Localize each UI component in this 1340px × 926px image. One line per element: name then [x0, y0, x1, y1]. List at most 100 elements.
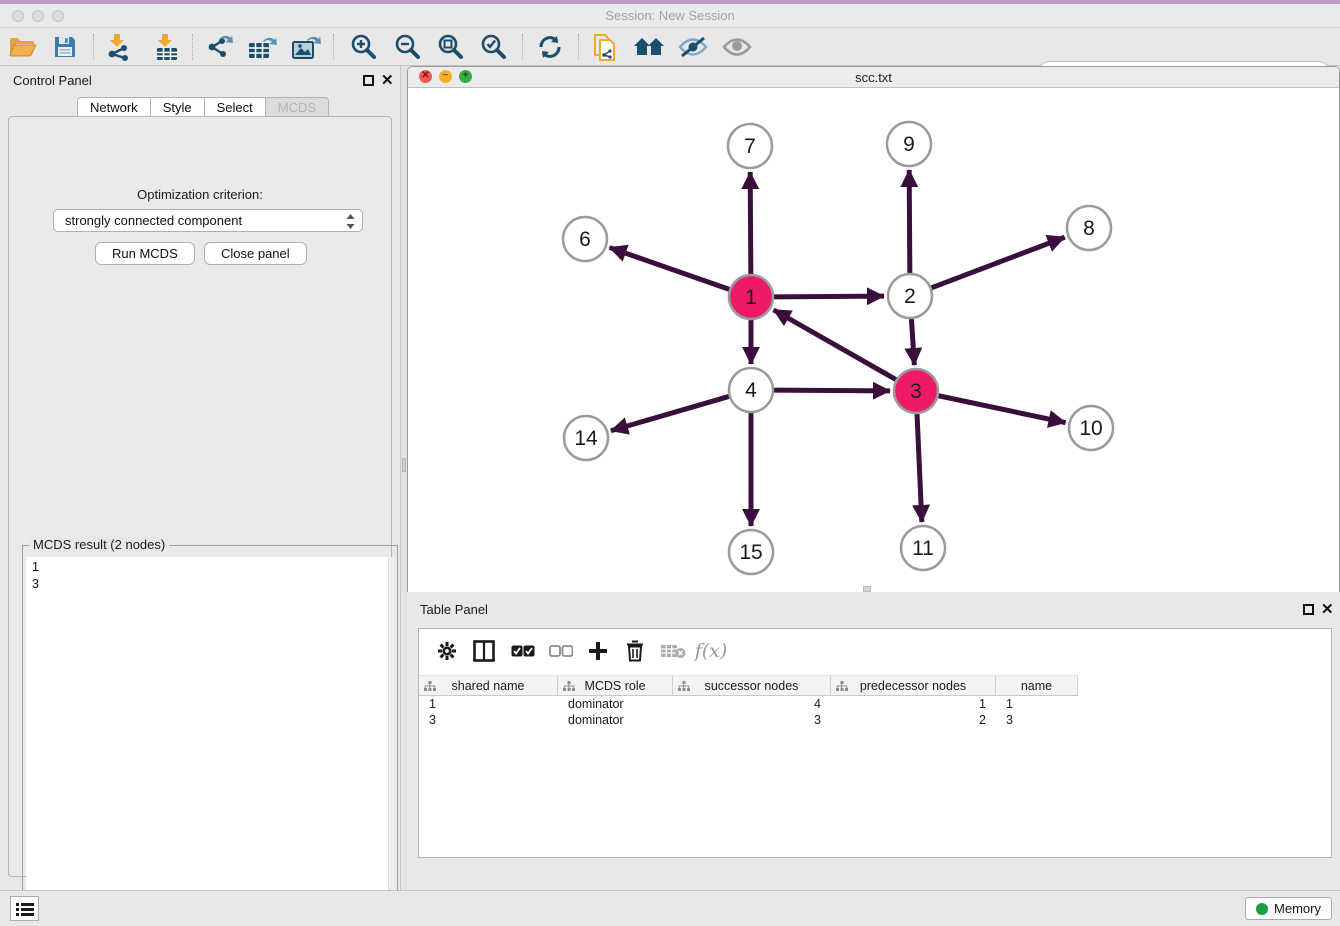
delete-table-icon[interactable]: [657, 635, 689, 667]
edge-4-14[interactable]: [611, 396, 729, 430]
cell-name: 3: [996, 712, 1078, 728]
edge-2-3[interactable]: [911, 319, 914, 365]
cell-successor-nodes: 3: [673, 712, 831, 728]
settings-gear-icon[interactable]: [431, 635, 463, 667]
edge-1-7[interactable]: [750, 172, 751, 274]
main-toolbar: [0, 28, 1340, 66]
zoom-out-icon[interactable]: [389, 31, 425, 63]
import-table-icon[interactable]: [148, 31, 184, 63]
table-row-1[interactable]: 1dominator411: [419, 696, 1078, 712]
column-label: shared name: [452, 679, 525, 693]
graph-node-8[interactable]: 8: [1067, 206, 1111, 250]
show-all-icon[interactable]: [719, 31, 755, 63]
edge-3-11[interactable]: [917, 414, 922, 522]
memory-button[interactable]: Memory: [1245, 897, 1332, 920]
divider-grip[interactable]: [402, 458, 406, 472]
float-panel-icon[interactable]: [363, 75, 374, 86]
table-toolbar: f(x): [419, 629, 1331, 673]
mcds-result-box: MCDS result (2 nodes) 1 3: [22, 545, 398, 922]
export-image-icon[interactable]: [288, 31, 324, 63]
toggle-columns-icon[interactable]: [468, 635, 500, 667]
column-header-shared-name[interactable]: shared name: [419, 675, 558, 696]
column-label: successor nodes: [705, 679, 799, 693]
toolbar-separator: [578, 34, 579, 60]
graph-node-14[interactable]: 14: [564, 416, 608, 460]
import-network-icon[interactable]: [100, 31, 136, 63]
function-builder-icon[interactable]: f(x): [695, 635, 727, 667]
graph-node-7[interactable]: 7: [728, 124, 772, 168]
svg-text:15: 15: [739, 541, 762, 564]
canvas-grip[interactable]: [863, 586, 871, 592]
edge-3-10[interactable]: [939, 396, 1066, 423]
graph-node-3[interactable]: 3: [894, 369, 938, 413]
mcds-result-list: 1 3: [26, 557, 395, 919]
add-column-icon[interactable]: [582, 635, 614, 667]
edge-2-9[interactable]: [909, 170, 910, 273]
mcds-panel: Optimization criterion: strongly connect…: [8, 116, 392, 877]
first-neighbors-icon[interactable]: [631, 31, 667, 63]
network-view-window: ✕ − + scc.txt 7 9 6 8 1 2 4 3 14 10 15 11: [407, 66, 1340, 592]
cell-successor-nodes: 4: [673, 696, 831, 712]
column-label: name: [1021, 679, 1052, 693]
edge-1-6[interactable]: [610, 248, 730, 290]
delete-column-icon[interactable]: [619, 635, 651, 667]
graph-node-2[interactable]: 2: [888, 274, 932, 318]
cell-name: 1: [996, 696, 1078, 712]
new-network-from-selection-icon[interactable]: [587, 31, 623, 63]
control-panel: Control Panel ✕ NetworkStyleSelectMCDS O…: [0, 66, 401, 890]
graph-node-9[interactable]: 9: [887, 122, 931, 166]
toolbar-separator: [522, 34, 523, 60]
result-scrollbar[interactable]: [388, 557, 395, 919]
status-bar: Memory: [0, 890, 1340, 926]
network-canvas[interactable]: 7 9 6 8 1 2 4 3 14 10 15 11: [408, 88, 1339, 592]
zoom-in-icon[interactable]: [345, 31, 381, 63]
float-table-panel-icon[interactable]: [1303, 604, 1314, 615]
cell-predecessor-nodes: 2: [831, 712, 996, 728]
select-arrows-icon: [345, 213, 356, 230]
table-header-row: shared name MCDS role successor nodes prede…: [419, 675, 1078, 696]
zoom-selected-icon[interactable]: [475, 31, 511, 63]
column-label: MCDS role: [584, 679, 645, 693]
deselect-all-checks-icon[interactable]: [545, 635, 577, 667]
graph-node-4[interactable]: 4: [729, 368, 773, 412]
close-table-panel-icon[interactable]: ✕: [1321, 600, 1334, 618]
optimization-criterion-select[interactable]: strongly connected component: [53, 209, 363, 232]
export-table-icon[interactable]: [244, 31, 280, 63]
svg-text:7: 7: [744, 135, 756, 158]
column-header-successor-nodes[interactable]: successor nodes: [673, 675, 831, 696]
run-mcds-button[interactable]: Run MCDS: [95, 242, 195, 265]
svg-text:3: 3: [910, 380, 922, 403]
graph-node-1[interactable]: 1: [729, 275, 773, 319]
open-file-icon[interactable]: [4, 31, 40, 63]
edge-3-1[interactable]: [774, 310, 896, 380]
apply-layout-icon[interactable]: [532, 31, 568, 63]
mcds-result-legend: MCDS result (2 nodes): [29, 537, 169, 552]
close-panel-icon[interactable]: ✕: [381, 71, 394, 89]
graph-node-10[interactable]: 10: [1069, 406, 1113, 450]
node-table: f(x) shared name MCDS role successor nodes…: [418, 628, 1332, 858]
export-network-icon[interactable]: [201, 31, 237, 63]
network-title: scc.txt: [408, 70, 1339, 85]
hide-selected-icon[interactable]: [675, 31, 711, 63]
close-panel-button[interactable]: Close panel: [204, 242, 307, 265]
column-header-MCDS-role[interactable]: MCDS role: [558, 675, 673, 696]
save-session-icon[interactable]: [47, 31, 83, 63]
graph-node-6[interactable]: 6: [563, 217, 607, 261]
task-history-button[interactable]: [10, 896, 39, 921]
select-all-checks-icon[interactable]: [507, 635, 539, 667]
edge-1-2[interactable]: [774, 296, 884, 297]
toolbar-separator: [333, 34, 334, 60]
edge-4-3[interactable]: [774, 390, 890, 391]
svg-text:8: 8: [1083, 217, 1095, 240]
network-window-titlebar[interactable]: ✕ − + scc.txt: [408, 67, 1339, 88]
column-header-predecessor-nodes[interactable]: predecessor nodes: [831, 675, 996, 696]
memory-status-icon: [1256, 903, 1268, 915]
graph-node-11[interactable]: 11: [901, 526, 945, 570]
table-row-2[interactable]: 3dominator323: [419, 712, 1078, 728]
column-header-name[interactable]: name: [996, 675, 1078, 696]
edge-2-8[interactable]: [932, 237, 1065, 288]
svg-text:10: 10: [1079, 417, 1102, 440]
toolbar-separator: [93, 34, 94, 60]
graph-node-15[interactable]: 15: [729, 530, 773, 574]
zoom-fit-icon[interactable]: [432, 31, 468, 63]
